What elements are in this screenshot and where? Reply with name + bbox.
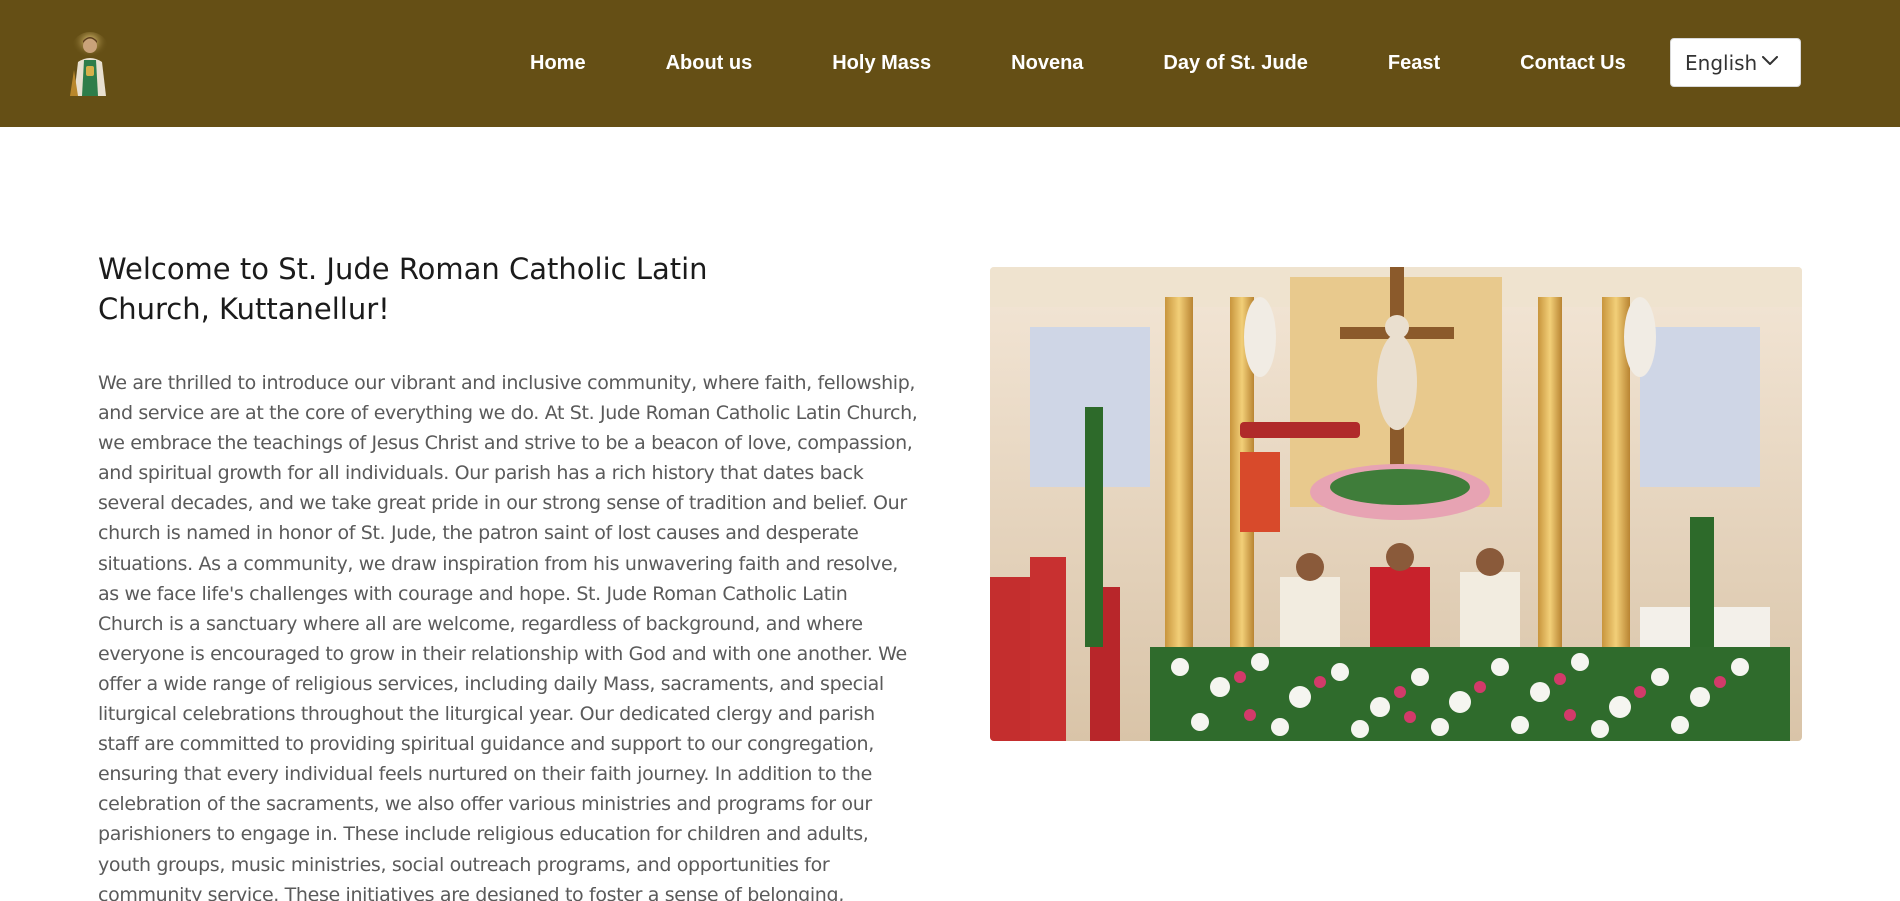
nav-home[interactable]: Home bbox=[490, 52, 626, 75]
nav-novena[interactable]: Novena bbox=[971, 52, 1123, 75]
nav-contact-us[interactable]: Contact Us bbox=[1480, 52, 1666, 75]
church-altar-image bbox=[990, 267, 1802, 741]
nav-about-us[interactable]: About us bbox=[626, 52, 793, 75]
nav-day-of-st-jude[interactable]: Day of St. Jude bbox=[1123, 52, 1347, 75]
language-select[interactable]: English bbox=[1670, 38, 1801, 87]
st-jude-logo-icon[interactable] bbox=[64, 30, 116, 96]
page-title: Welcome to St. Jude Roman Catholic Latin… bbox=[98, 252, 708, 326]
nav-holy-mass[interactable]: Holy Mass bbox=[792, 52, 971, 75]
top-navbar: Home About us Holy Mass Novena Day of St… bbox=[0, 0, 1900, 127]
main-nav: Home About us Holy Mass Novena Day of St… bbox=[490, 0, 1666, 127]
language-selected-value: English bbox=[1685, 50, 1758, 75]
nav-feast[interactable]: Feast bbox=[1348, 52, 1480, 75]
intro-paragraph: We are thrilled to introduce our vibrant… bbox=[98, 372, 918, 901]
chevron-down-icon bbox=[1762, 56, 1778, 65]
